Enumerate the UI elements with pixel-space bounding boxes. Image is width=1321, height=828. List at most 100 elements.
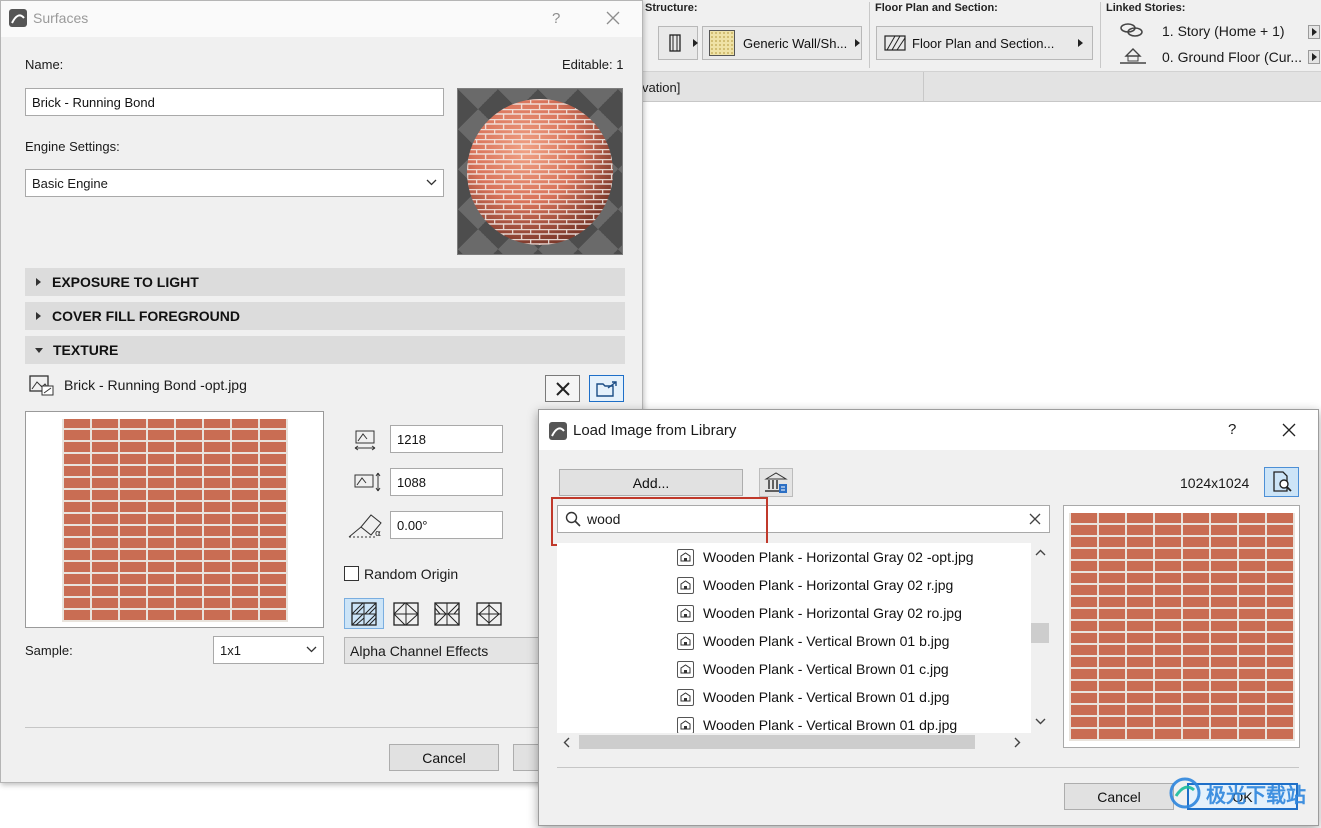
linked-story-bottom[interactable]: 0. Ground Floor (Cur... bbox=[1162, 49, 1302, 65]
texture-width-input[interactable]: 1218 bbox=[390, 425, 503, 453]
arrow-right-icon bbox=[855, 39, 860, 47]
wall-structure-icon bbox=[665, 33, 685, 53]
dialog-title: Surfaces bbox=[33, 10, 89, 26]
list-item[interactable]: Wooden Plank - Vertical Brown 01 c.jpg bbox=[677, 655, 949, 683]
archicad-logo-icon bbox=[549, 422, 567, 440]
list-item-label: Wooden Plank - Vertical Brown 01 c.jpg bbox=[703, 661, 949, 677]
chevron-up-icon[interactable] bbox=[1035, 549, 1046, 556]
load-image-dialog: Load Image from Library ? Add... 1024x10… bbox=[538, 409, 1319, 826]
texture-mode-4-button[interactable] bbox=[473, 598, 505, 629]
scrollbar-thumb[interactable] bbox=[579, 735, 975, 749]
texture-height-icon bbox=[353, 471, 383, 493]
watermark-text: 极光下载站 bbox=[1206, 784, 1306, 807]
search-input[interactable]: wood bbox=[557, 505, 1050, 533]
random-origin-checkbox[interactable] bbox=[344, 566, 359, 581]
structure-type-button[interactable] bbox=[658, 26, 698, 60]
section-texture[interactable]: TEXTURE bbox=[25, 336, 625, 364]
linked-stories-label: Linked Stories: bbox=[1106, 2, 1186, 14]
divider bbox=[1100, 2, 1101, 68]
linked-story-top[interactable]: 1. Story (Home + 1) bbox=[1162, 23, 1285, 39]
image-file-icon bbox=[677, 548, 694, 566]
vertical-scrollbar[interactable] bbox=[1031, 543, 1049, 733]
list-item[interactable]: Wooden Plank - Vertical Brown 01 dp.jpg bbox=[677, 711, 957, 733]
name-input[interactable]: Brick - Running Bond bbox=[25, 88, 444, 116]
x-icon bbox=[555, 381, 571, 397]
linked-story-bottom-arrow[interactable] bbox=[1308, 50, 1320, 64]
structure-label: Structure: bbox=[645, 2, 698, 14]
image-resolution: 1024x1024 bbox=[1180, 475, 1250, 491]
arrow-right-icon bbox=[693, 39, 698, 47]
home-story-icon bbox=[1118, 47, 1148, 65]
expand-arrow-icon bbox=[36, 278, 41, 286]
close-icon[interactable] bbox=[606, 11, 620, 25]
scrollbar-thumb[interactable] bbox=[1031, 623, 1049, 643]
texture-height-input[interactable]: 1088 bbox=[390, 468, 503, 496]
name-label: Name: bbox=[25, 57, 64, 72]
building-material-button[interactable]: Generic Wall/Sh... bbox=[702, 26, 862, 60]
floor-plan-label: Floor Plan and Section: bbox=[875, 2, 998, 14]
list-item[interactable]: Wooden Plank - Horizontal Gray 02 -opt.j… bbox=[677, 543, 974, 571]
image-file-icon bbox=[677, 632, 694, 650]
section-exposure-to-light[interactable]: EXPOSURE TO LIGHT bbox=[25, 268, 625, 296]
brick-texture-image bbox=[62, 419, 288, 622]
chevron-down-icon bbox=[426, 179, 437, 186]
list-item[interactable]: Wooden Plank - Horizontal Gray 02 r.jpg bbox=[677, 571, 953, 599]
image-file-icon bbox=[677, 576, 694, 594]
help-button[interactable]: ? bbox=[552, 10, 560, 27]
remove-texture-button[interactable] bbox=[545, 375, 580, 402]
folder-open-icon bbox=[595, 380, 618, 398]
close-icon[interactable] bbox=[1282, 423, 1296, 437]
engine-select[interactable]: Basic Engine bbox=[25, 169, 444, 197]
tab-elevation[interactable]: vation] bbox=[640, 72, 924, 102]
chevron-down-icon[interactable] bbox=[1035, 718, 1046, 725]
material-swatch-icon bbox=[709, 30, 735, 56]
mirror-y-icon bbox=[434, 601, 460, 626]
section-title: COVER FILL FOREGROUND bbox=[52, 308, 240, 324]
list-item[interactable]: Wooden Plank - Vertical Brown 01 b.jpg bbox=[677, 627, 949, 655]
add-button[interactable]: Add... bbox=[559, 469, 743, 496]
alpha-channel-effects-button[interactable]: Alpha Channel Effects bbox=[344, 637, 544, 664]
list-item-label: Wooden Plank - Horizontal Gray 02 r.jpg bbox=[703, 577, 954, 593]
section-title: EXPOSURE TO LIGHT bbox=[52, 274, 199, 290]
texture-angle-input[interactable]: 0.00° bbox=[390, 511, 503, 539]
divider bbox=[557, 767, 1299, 768]
svg-text:α: α bbox=[375, 529, 381, 539]
section-cover-fill-foreground[interactable]: COVER FILL FOREGROUND bbox=[25, 302, 625, 330]
search-value: wood bbox=[587, 511, 621, 527]
hatch-grid-icon bbox=[351, 601, 377, 626]
engine-settings-label: Engine Settings: bbox=[25, 139, 120, 154]
chevron-right-icon[interactable] bbox=[1014, 737, 1021, 748]
chevron-left-icon[interactable] bbox=[563, 737, 570, 748]
divider bbox=[25, 727, 625, 728]
list-item-label: Wooden Plank - Horizontal Gray 02 -opt.j… bbox=[703, 549, 974, 565]
horizontal-scrollbar[interactable] bbox=[557, 733, 1031, 751]
library-building-icon bbox=[764, 471, 788, 494]
image-file-icon bbox=[677, 604, 694, 622]
list-item-label: Wooden Plank - Vertical Brown 01 dp.jpg bbox=[703, 717, 958, 733]
floor-plan-section-button[interactable]: Floor Plan and Section... bbox=[876, 26, 1093, 60]
cancel-button[interactable]: Cancel bbox=[389, 744, 499, 771]
cancel-button[interactable]: Cancel bbox=[1064, 783, 1174, 810]
linked-story-top-arrow[interactable] bbox=[1308, 25, 1320, 39]
list-item[interactable]: Wooden Plank - Horizontal Gray 02 ro.jpg bbox=[677, 599, 962, 627]
load-texture-button[interactable] bbox=[589, 375, 624, 402]
texture-mode-1-button[interactable] bbox=[344, 598, 384, 629]
list-item[interactable]: Wooden Plank - Vertical Brown 01 d.jpg bbox=[677, 683, 949, 711]
dialog-title: Load Image from Library bbox=[573, 422, 737, 439]
sample-select[interactable]: 1x1 bbox=[213, 636, 324, 664]
texture-file-name: Brick - Running Bond -opt.jpg bbox=[64, 377, 247, 393]
library-manager-button[interactable] bbox=[759, 468, 793, 497]
help-button[interactable]: ? bbox=[1228, 421, 1236, 438]
clear-search-icon[interactable] bbox=[1029, 513, 1041, 525]
floor-plan-hatch-icon bbox=[883, 33, 907, 53]
info-box-toolbar: Structure: Generic Wall/Sh... Floor Plan… bbox=[640, 0, 1321, 72]
building-material-value: Generic Wall/Sh... bbox=[743, 35, 848, 51]
preview-info-button[interactable] bbox=[1264, 467, 1299, 497]
image-file-icon bbox=[677, 716, 694, 733]
texture-mode-3-button[interactable] bbox=[431, 598, 463, 629]
document-search-icon bbox=[1271, 471, 1293, 493]
link-chain-icon bbox=[1118, 21, 1146, 39]
texture-mode-2-button[interactable] bbox=[390, 598, 422, 629]
texture-preview bbox=[25, 411, 324, 628]
image-preview bbox=[1063, 505, 1300, 748]
